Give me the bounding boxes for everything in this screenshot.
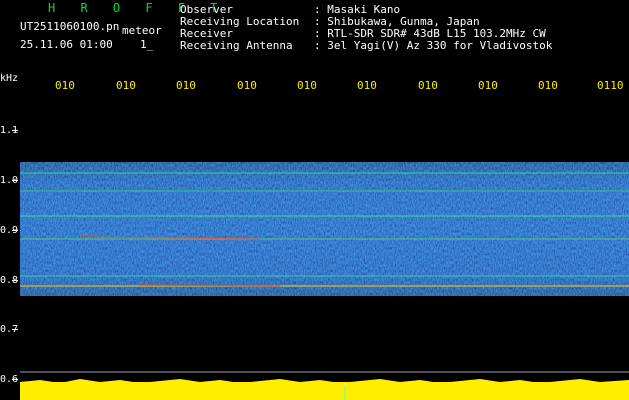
datetime: 25.11.06 01:00 xyxy=(20,38,113,51)
frequency-tick-mark xyxy=(12,180,18,181)
time-tick: 010 xyxy=(538,79,558,92)
spectrogram xyxy=(20,96,629,400)
time-tick: 010 xyxy=(55,79,75,92)
mode-label: meteor xyxy=(122,24,162,37)
time-tick: 010 xyxy=(176,79,196,92)
info-label: Receiving Antenna xyxy=(180,39,293,52)
frequency-tick-mark xyxy=(12,230,18,231)
time-tick: 010 xyxy=(116,79,136,92)
info-row-antenna: Receiving Antenna : 3el Yagi(V) Az 330 f… xyxy=(180,40,552,52)
info-value: : 3el Yagi(V) Az 330 for Vladivostok xyxy=(314,39,553,52)
time-tick: 010 xyxy=(297,79,317,92)
datetime-extra: 1_ xyxy=(140,38,154,51)
frequency-unit: kHz xyxy=(0,73,19,84)
station-info: Observer : Masaki Kano Receiving Locatio… xyxy=(180,4,552,52)
time-tick: 010 xyxy=(418,79,438,92)
frequency-tick-mark xyxy=(12,379,18,380)
time-tick: 010 xyxy=(237,79,257,92)
time-tick: 010 xyxy=(478,79,498,92)
signal-baseline xyxy=(20,382,629,400)
header: H R O F F T UT2511060100.pn meteor 25.11… xyxy=(0,0,629,72)
filename: UT2511060100.pn xyxy=(20,20,120,33)
time-tick: 0110 xyxy=(597,79,624,92)
frequency-tick-mark xyxy=(12,280,18,281)
frequency-tick-mark xyxy=(12,329,18,330)
frequency-tick-mark xyxy=(12,130,18,131)
time-tick: 010 xyxy=(357,79,377,92)
